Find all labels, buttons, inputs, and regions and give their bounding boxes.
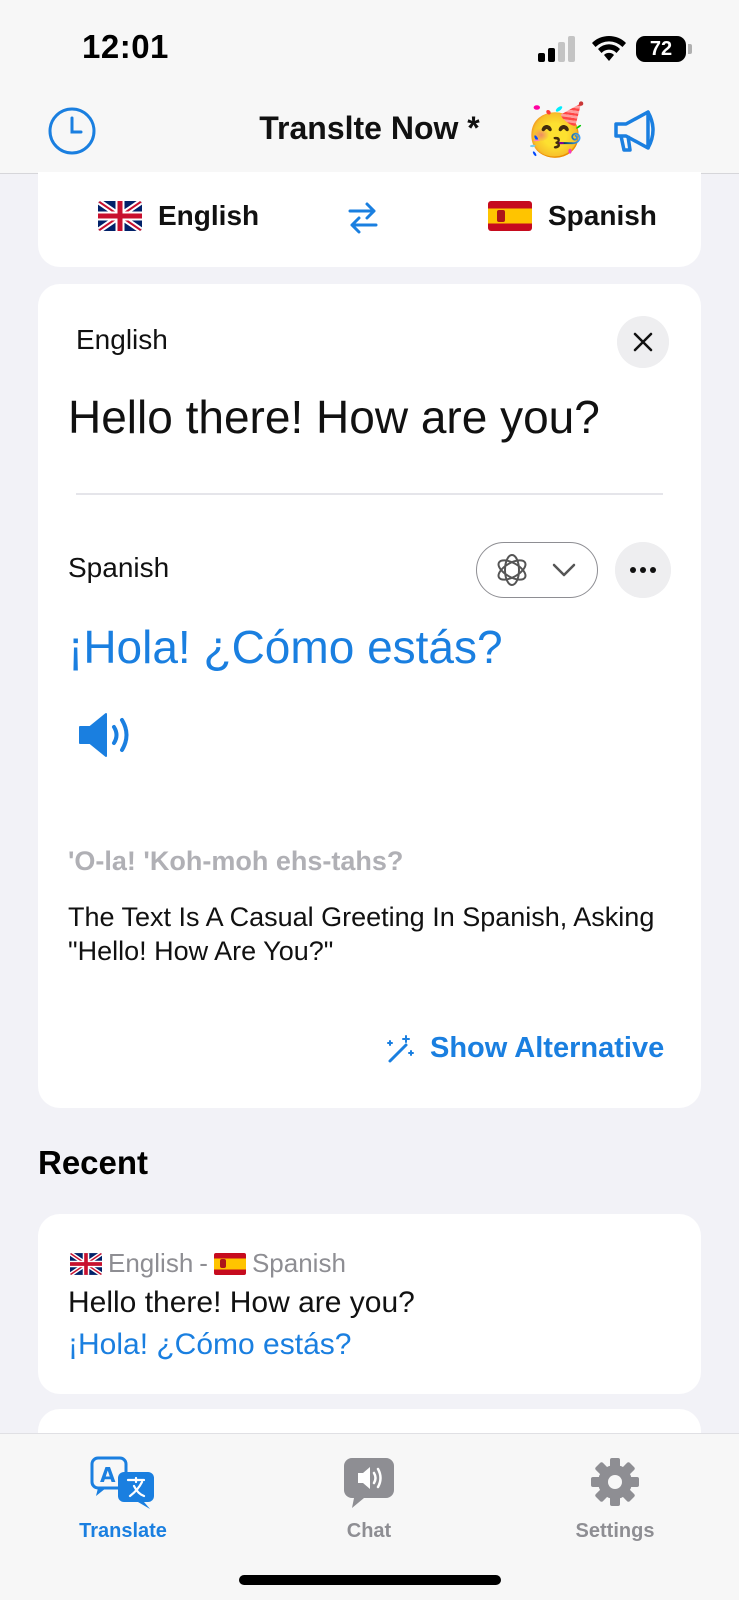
cellular-signal-icon (538, 36, 575, 62)
battery-indicator: 72 (636, 36, 686, 62)
translation-card: English Hello there! How are you? Spanis… (38, 284, 701, 1108)
recent-separator: - (199, 1248, 208, 1278)
translated-text: ¡Hola! ¿Cómo estás? (68, 621, 503, 673)
battery-tip (688, 44, 692, 54)
clear-close-icon[interactable] (617, 316, 669, 368)
pronunciation-text: 'O-la! 'Koh-moh ehs-tahs? (68, 846, 404, 876)
target-language-heading: Spanish (68, 552, 170, 583)
tab-bar: A Translate Chat Settings (0, 1433, 739, 1600)
tab-chat-label: Chat (346, 1520, 392, 1542)
more-options-icon[interactable] (615, 542, 671, 598)
tab-chat[interactable]: Chat (289, 1454, 449, 1543)
source-text-input[interactable]: Hello there! How are you? (68, 390, 600, 444)
chevron-down-icon (552, 563, 576, 577)
recent-source-text: Hello there! How are you? (68, 1286, 415, 1319)
tab-translate[interactable]: A Translate (43, 1454, 203, 1543)
party-emoji-button[interactable]: 🥳 (524, 100, 586, 160)
speaker-icon[interactable] (76, 710, 136, 760)
model-selector-dropdown[interactable] (476, 542, 598, 598)
svg-text:A: A (100, 1463, 116, 1487)
tab-translate-label: Translate (79, 1520, 167, 1542)
source-language-button[interactable]: English (98, 200, 259, 232)
recent-target-lang: Spanish (251, 1248, 346, 1278)
source-language-label: English (158, 200, 260, 231)
home-indicator[interactable] (239, 1575, 501, 1585)
target-language-label: Spanish (548, 200, 657, 231)
language-selector: English Spanish (38, 172, 701, 267)
recent-heading: Recent (38, 1144, 149, 1181)
openai-logo-icon (497, 554, 527, 586)
show-alternative-label: Show Alternative (430, 1032, 665, 1064)
megaphone-icon[interactable] (612, 108, 662, 154)
uk-flag-icon (98, 201, 142, 231)
nav-bar: Translte Now * 🥳 (0, 100, 739, 174)
recent-target-text: ¡Hola! ¿Cómo estás? (68, 1328, 352, 1361)
tab-settings[interactable]: Settings (535, 1454, 695, 1543)
recent-item[interactable]: English - Spanish Hello there! How are y… (38, 1214, 701, 1394)
gear-icon (591, 1458, 639, 1506)
swap-languages-icon[interactable] (346, 200, 380, 236)
explanation-text: The Text Is A Casual Greeting In Spanish… (68, 902, 655, 966)
translate-icon: A (90, 1456, 154, 1509)
show-alternative-button[interactable]: Show Alternative (384, 1032, 664, 1065)
magic-wand-icon (387, 1034, 414, 1062)
spain-flag-icon (488, 201, 532, 231)
source-language-heading: English (76, 324, 168, 355)
status-time: 12:01 (82, 28, 169, 65)
wifi-icon (592, 35, 626, 61)
divider (76, 493, 663, 495)
uk-flag-icon (70, 1252, 102, 1275)
recent-item-languages: English - Spanish (70, 1248, 346, 1279)
tab-settings-label: Settings (575, 1520, 655, 1542)
recent-source-lang: English (108, 1248, 194, 1278)
target-language-button[interactable]: Spanish (488, 200, 657, 232)
chat-speaker-icon (344, 1458, 394, 1508)
status-bar: 12:01 72 (0, 0, 739, 100)
spain-flag-icon (213, 1252, 246, 1275)
